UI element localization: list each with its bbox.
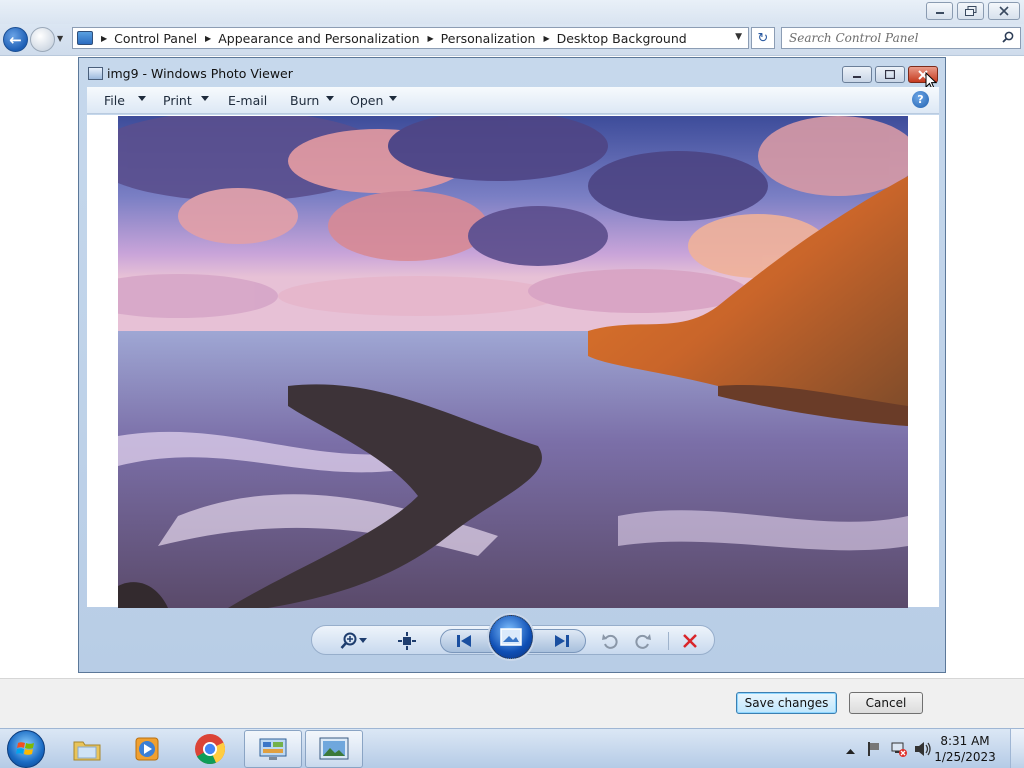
file-dropdown-arrow-icon[interactable]: [138, 96, 146, 101]
search-input[interactable]: [789, 31, 999, 45]
breadcrumb-appearance[interactable]: Appearance and Personalization: [218, 31, 419, 46]
back-arrow-icon: ←: [9, 30, 22, 49]
minimize-icon: [935, 12, 944, 14]
address-dropdown-icon[interactable]: ▼: [735, 32, 742, 42]
zoom-icon: [340, 632, 357, 649]
zoom-button[interactable]: [340, 632, 358, 650]
breadcrumb-chevron-icon[interactable]: ▶: [428, 34, 434, 43]
dialog-footer: Save changes Cancel: [0, 678, 1024, 728]
forward-button[interactable]: [30, 27, 55, 52]
breadcrumb-chevron-icon[interactable]: ▶: [101, 34, 107, 43]
media-player-icon: [135, 737, 159, 761]
search-icon[interactable]: [1002, 31, 1014, 43]
menu-bar: File Print E-mail Burn Open ?: [87, 87, 939, 114]
close-icon: [999, 6, 1009, 16]
refresh-button[interactable]: ↻: [751, 27, 775, 49]
help-icon[interactable]: ?: [912, 91, 929, 108]
next-icon: [555, 635, 569, 647]
taskbar-google-chrome[interactable]: [181, 730, 239, 768]
recent-pages-dropdown[interactable]: ▼: [57, 34, 67, 46]
zoom-dropdown[interactable]: [358, 632, 368, 650]
previous-button[interactable]: [455, 632, 473, 650]
next-button[interactable]: [553, 632, 571, 650]
actual-size-icon: [398, 632, 416, 650]
actual-size-button[interactable]: [398, 632, 416, 650]
minimize-icon: [853, 75, 861, 78]
previous-icon: [457, 635, 471, 647]
chrome-icon: [195, 734, 226, 765]
network-icon[interactable]: [890, 741, 908, 760]
clock-time: 8:31 AM: [940, 734, 990, 748]
taskbar-windows-media-player[interactable]: [118, 730, 176, 768]
open-dropdown-arrow-icon[interactable]: [389, 96, 397, 101]
breadcrumb-chevron-icon[interactable]: ▶: [543, 34, 549, 43]
menu-email[interactable]: E-mail: [228, 93, 267, 108]
address-bar[interactable]: ▶ Control Panel ▶ Appearance and Persona…: [72, 27, 749, 49]
breadcrumb-chevron-icon[interactable]: ▶: [205, 34, 211, 43]
minimize-button[interactable]: [926, 2, 953, 20]
control-panel-icon: [77, 31, 93, 45]
seascape-photo: [118, 116, 908, 608]
close-button[interactable]: [988, 2, 1020, 20]
pv-maximize-button[interactable]: [875, 66, 905, 83]
breadcrumb-desktop-background[interactable]: Desktop Background: [557, 31, 687, 46]
taskbar-control-panel[interactable]: [244, 730, 302, 768]
chevron-down-icon: [359, 638, 367, 643]
taskbar-windows-explorer[interactable]: [58, 730, 116, 768]
clock-date: 1/25/2023: [934, 750, 996, 764]
maximize-icon: [885, 70, 895, 79]
menu-open[interactable]: Open: [350, 93, 383, 108]
action-center-icon[interactable]: [866, 741, 882, 760]
refresh-icon: ↻: [757, 30, 769, 46]
back-button[interactable]: ←: [3, 27, 28, 52]
flag-icon: [868, 742, 879, 756]
rotate-counterclockwise-icon: [602, 634, 618, 649]
toolbar-divider: [668, 632, 669, 650]
show-desktop-button[interactable]: [1010, 729, 1024, 768]
control-panel-icon: [259, 738, 287, 760]
menu-file[interactable]: File: [104, 93, 125, 108]
taskbar-windows-photo-viewer[interactable]: [305, 730, 363, 768]
folder-icon: [73, 741, 101, 761]
menu-print-label: Print: [163, 93, 192, 108]
rotate-clockwise-button[interactable]: [634, 632, 652, 650]
window-title: img9 - Windows Photo Viewer: [107, 66, 293, 81]
taskbar: 8:31 AM 1/25/2023: [0, 728, 1024, 768]
breadcrumb-personalization[interactable]: Personalization: [441, 31, 536, 46]
slideshow-button[interactable]: [489, 615, 533, 659]
photo-viewer-icon: [319, 737, 349, 760]
menu-burn[interactable]: Burn: [290, 93, 319, 108]
delete-button[interactable]: [681, 632, 699, 650]
restore-button[interactable]: [957, 2, 984, 20]
control-panel-titlebar: [0, 0, 1024, 24]
pv-minimize-button[interactable]: [842, 66, 872, 83]
start-button[interactable]: [7, 730, 45, 768]
image-viewport: [87, 115, 939, 608]
system-clock[interactable]: 8:31 AM 1/25/2023: [930, 733, 1000, 765]
menu-file-label: File: [104, 93, 125, 108]
delete-icon: [683, 634, 697, 648]
save-changes-button[interactable]: Save changes: [736, 692, 837, 714]
slideshow-icon: [500, 628, 522, 646]
menu-burn-label: Burn: [290, 93, 320, 108]
rotate-clockwise-icon: [635, 634, 651, 649]
show-hidden-icons-button[interactable]: [846, 744, 855, 758]
photo-viewer-window: img9 - Windows Photo Viewer File Print E…: [78, 57, 946, 673]
restore-icon: [964, 6, 976, 16]
menu-print[interactable]: Print: [163, 93, 192, 108]
print-dropdown-arrow-icon[interactable]: [201, 96, 209, 101]
photo-viewer-app-icon: [88, 67, 103, 80]
breadcrumb-control-panel[interactable]: Control Panel: [114, 31, 197, 46]
network-disconnected-icon: [891, 742, 907, 757]
menu-open-label: Open: [350, 93, 384, 108]
cancel-button[interactable]: Cancel: [849, 692, 923, 714]
rotate-counterclockwise-button[interactable]: [601, 632, 619, 650]
menu-email-label: E-mail: [228, 93, 268, 108]
search-box[interactable]: [781, 27, 1021, 49]
burn-dropdown-arrow-icon[interactable]: [326, 96, 334, 101]
displayed-photo: [118, 116, 908, 608]
chevron-up-icon: [846, 749, 855, 754]
windows-logo-icon: [16, 742, 34, 755]
